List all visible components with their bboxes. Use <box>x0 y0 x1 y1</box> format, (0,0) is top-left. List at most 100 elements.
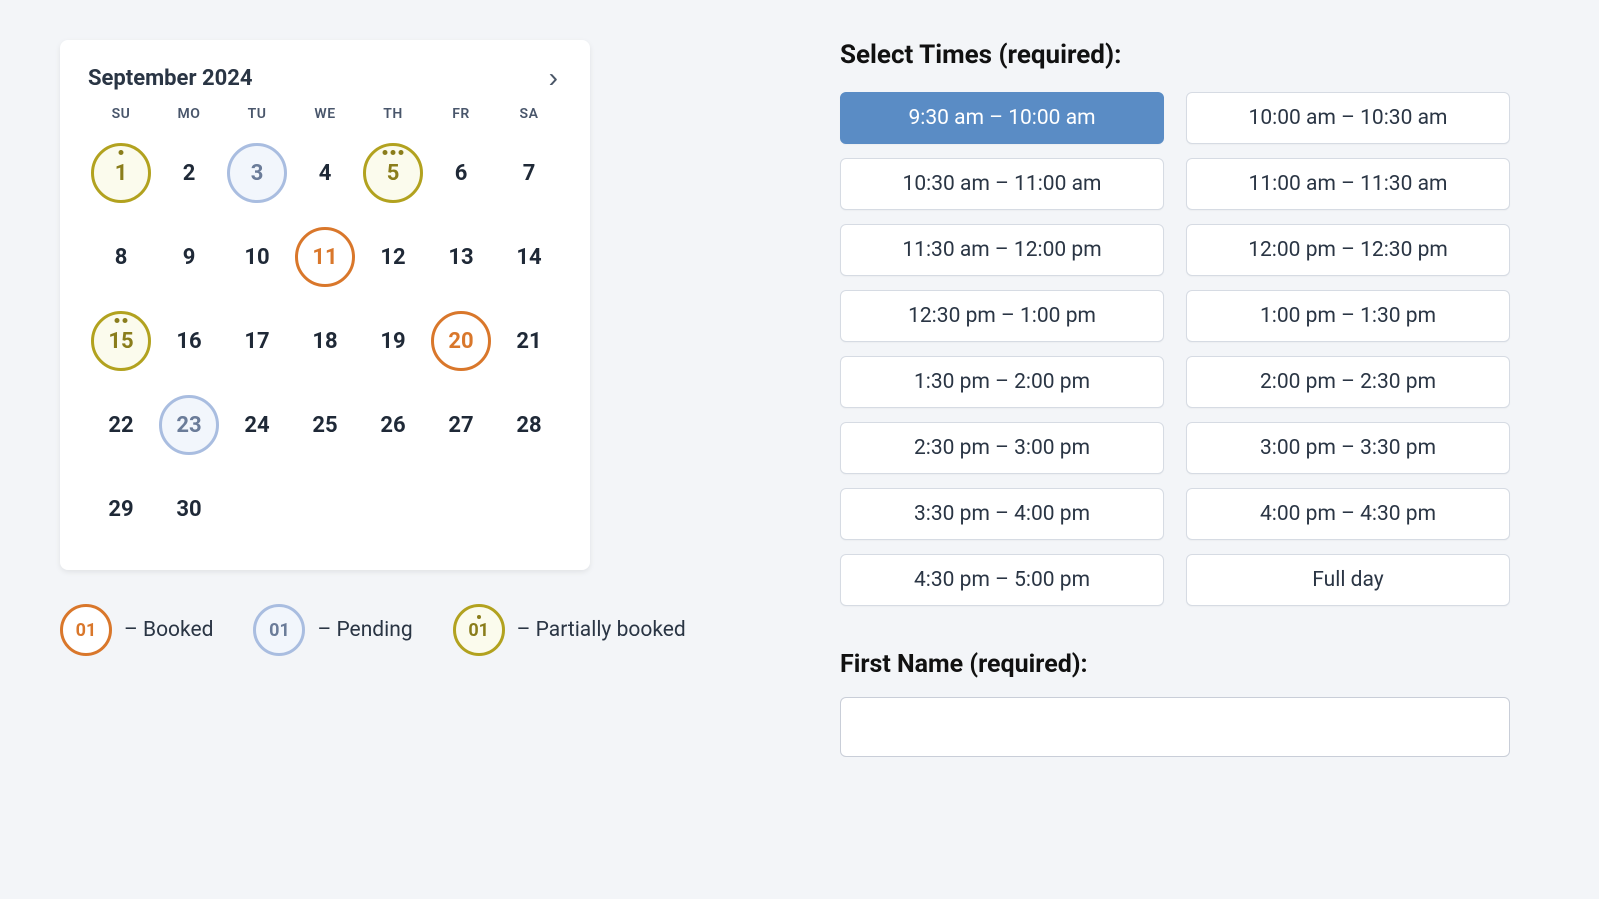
calendar-day-7[interactable]: 7 <box>496 140 562 206</box>
first-name-input[interactable] <box>840 697 1510 757</box>
calendar-day-21[interactable]: 21 <box>496 308 562 374</box>
day-number: 6 <box>455 161 468 186</box>
calendar-day-1[interactable]: 1 <box>88 140 154 206</box>
calendar-day-20[interactable]: 20 <box>428 308 494 374</box>
partial-dots-icon <box>115 318 128 323</box>
day-number: 24 <box>244 413 269 438</box>
time-slot[interactable]: 3:30 pm – 4:00 pm <box>840 488 1164 540</box>
calendar-day-6[interactable]: 6 <box>428 140 494 206</box>
calendar-day-13[interactable]: 13 <box>428 224 494 290</box>
time-slot[interactable]: 9:30 am – 10:00 am <box>840 92 1164 144</box>
calendar-day-25[interactable]: 25 <box>292 392 358 458</box>
legend-booked-label: – Booked <box>124 618 213 642</box>
day-number: 15 <box>108 329 133 354</box>
calendar: September 2024 › SUMOTUWETHFRSA123456789… <box>60 40 590 570</box>
day-number: 19 <box>380 329 405 354</box>
legend-pending-label: – Pending <box>317 618 412 642</box>
day-number: 13 <box>448 245 473 270</box>
select-times-heading: Select Times (required): <box>840 40 1510 70</box>
calendar-day-19[interactable]: 19 <box>360 308 426 374</box>
weekday-header: SU <box>88 106 154 122</box>
calendar-day-17[interactable]: 17 <box>224 308 290 374</box>
day-number: 16 <box>176 329 201 354</box>
weekday-header: FR <box>428 106 494 122</box>
calendar-day-2[interactable]: 2 <box>156 140 222 206</box>
weekday-header: TU <box>224 106 290 122</box>
day-number: 22 <box>108 413 133 438</box>
weekday-header: MO <box>156 106 222 122</box>
legend-pending: 01 – Pending <box>253 604 412 656</box>
day-number: 10 <box>244 245 269 270</box>
time-slot[interactable]: 12:30 pm – 1:00 pm <box>840 290 1164 342</box>
partial-dots-icon <box>383 150 404 155</box>
calendar-day-4[interactable]: 4 <box>292 140 358 206</box>
legend-badge-partial: 01 <box>453 604 505 656</box>
calendar-day-29[interactable]: 29 <box>88 476 154 542</box>
partial-dots-icon <box>119 150 124 155</box>
calendar-next-button[interactable]: › <box>545 64 562 92</box>
day-number: 7 <box>523 161 536 186</box>
day-number: 20 <box>448 329 473 354</box>
calendar-day-15[interactable]: 15 <box>88 308 154 374</box>
day-number: 25 <box>312 413 337 438</box>
calendar-day-10[interactable]: 10 <box>224 224 290 290</box>
calendar-day-24[interactable]: 24 <box>224 392 290 458</box>
day-number: 28 <box>516 413 541 438</box>
time-slot[interactable]: 11:30 am – 12:00 pm <box>840 224 1164 276</box>
calendar-title: September 2024 <box>88 66 252 91</box>
time-slot[interactable]: 2:30 pm – 3:00 pm <box>840 422 1164 474</box>
calendar-day-28[interactable]: 28 <box>496 392 562 458</box>
time-slot[interactable]: 4:00 pm – 4:30 pm <box>1186 488 1510 540</box>
legend-badge-pending: 01 <box>253 604 305 656</box>
legend-partial: 01 – Partially booked <box>453 604 686 656</box>
weekday-header: SA <box>496 106 562 122</box>
day-number: 26 <box>380 413 405 438</box>
calendar-legend: 01 – Booked 01 – Pending 01 – Partially … <box>60 604 700 656</box>
day-number: 21 <box>516 329 541 354</box>
day-number: 9 <box>183 245 196 270</box>
calendar-day-3[interactable]: 3 <box>224 140 290 206</box>
time-slot[interactable]: 12:00 pm – 12:30 pm <box>1186 224 1510 276</box>
time-slot[interactable]: 11:00 am – 11:30 am <box>1186 158 1510 210</box>
calendar-day-23[interactable]: 23 <box>156 392 222 458</box>
day-number: 4 <box>319 161 332 186</box>
day-number: 27 <box>448 413 473 438</box>
time-slot[interactable]: 3:00 pm – 3:30 pm <box>1186 422 1510 474</box>
time-slot[interactable]: 10:30 am – 11:00 am <box>840 158 1164 210</box>
calendar-day-11[interactable]: 11 <box>292 224 358 290</box>
calendar-day-26[interactable]: 26 <box>360 392 426 458</box>
day-number: 12 <box>380 245 405 270</box>
time-slot[interactable]: 10:00 am – 10:30 am <box>1186 92 1510 144</box>
day-number: 11 <box>312 245 337 270</box>
calendar-day-18[interactable]: 18 <box>292 308 358 374</box>
legend-partial-label: – Partially booked <box>517 618 686 642</box>
weekday-header: TH <box>360 106 426 122</box>
weekday-header: WE <box>292 106 358 122</box>
legend-booked: 01 – Booked <box>60 604 213 656</box>
calendar-day-8[interactable]: 8 <box>88 224 154 290</box>
day-number: 3 <box>251 161 264 186</box>
calendar-day-30[interactable]: 30 <box>156 476 222 542</box>
day-number: 29 <box>108 497 133 522</box>
day-number: 30 <box>176 497 201 522</box>
day-number: 2 <box>183 161 196 186</box>
calendar-day-22[interactable]: 22 <box>88 392 154 458</box>
time-slot[interactable]: 1:30 pm – 2:00 pm <box>840 356 1164 408</box>
calendar-day-27[interactable]: 27 <box>428 392 494 458</box>
day-number: 17 <box>244 329 269 354</box>
calendar-day-14[interactable]: 14 <box>496 224 562 290</box>
calendar-day-16[interactable]: 16 <box>156 308 222 374</box>
day-number: 14 <box>516 245 541 270</box>
time-slot-grid: 9:30 am – 10:00 am 10:00 am – 10:30 am 10:… <box>840 92 1510 606</box>
legend-badge-booked: 01 <box>60 604 112 656</box>
day-number: 18 <box>312 329 337 354</box>
day-number: 23 <box>176 413 201 438</box>
time-slot[interactable]: 1:00 pm – 1:30 pm <box>1186 290 1510 342</box>
calendar-day-12[interactable]: 12 <box>360 224 426 290</box>
calendar-day-5[interactable]: 5 <box>360 140 426 206</box>
time-slot[interactable]: 2:00 pm – 2:30 pm <box>1186 356 1510 408</box>
time-slot[interactable]: Full day <box>1186 554 1510 606</box>
calendar-day-9[interactable]: 9 <box>156 224 222 290</box>
time-slot[interactable]: 4:30 pm – 5:00 pm <box>840 554 1164 606</box>
first-name-label: First Name (required): <box>840 650 1510 679</box>
